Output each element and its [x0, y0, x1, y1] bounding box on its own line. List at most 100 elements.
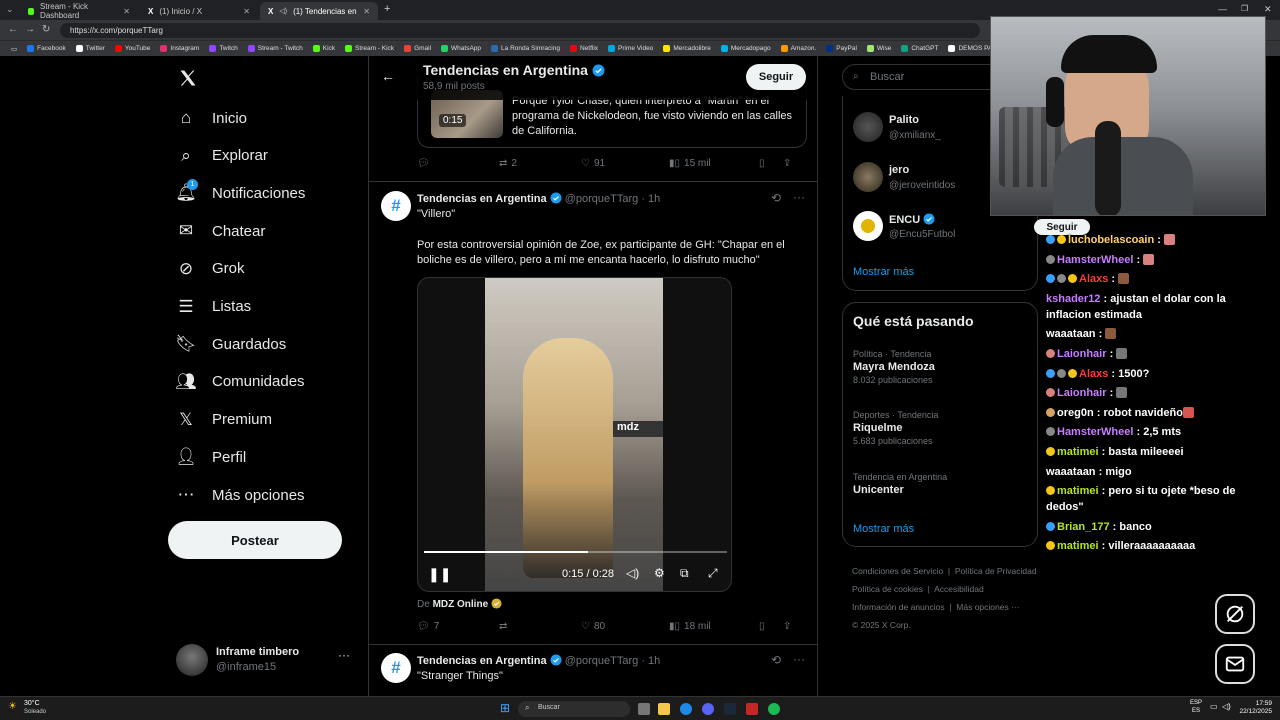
bookmark-item[interactable]: Wise [862, 45, 896, 52]
like-button[interactable]: ♡ 91 [581, 158, 669, 169]
footer-link[interactable]: Más opciones ··· [956, 602, 1019, 612]
nav-item-más-opciones[interactable]: ⋯ Más opciones [176, 485, 305, 505]
grok-float-button[interactable] [1215, 594, 1255, 634]
author-handle[interactable]: @porqueTTarg [565, 655, 639, 667]
footer-link[interactable]: Accesibilidad [934, 584, 984, 594]
author-name[interactable]: Tendencias en Argentina [417, 655, 547, 667]
forward-icon[interactable]: → [25, 24, 35, 35]
clock-time[interactable]: 17:59 [1240, 700, 1272, 707]
chat-username[interactable]: Laionhair [1057, 387, 1107, 399]
nav-item-grok[interactable]: ⊘ Grok [176, 259, 245, 279]
bookmark-item[interactable]: ChatGPT [896, 45, 943, 52]
new-tab-button[interactable]: + [384, 3, 390, 15]
tab-tendencias[interactable]: X ◁) (1) Tendencias en Argentina ( ✕ [260, 2, 378, 20]
more-icon[interactable]: ··· [793, 190, 805, 204]
bookmark-item[interactable]: Prime Video [603, 45, 658, 52]
app-icon[interactable] [746, 703, 758, 715]
nav-item-inicio[interactable]: ⌂ Inicio [176, 108, 247, 128]
close-window-icon[interactable]: ✕ [1264, 4, 1272, 15]
show-more-link[interactable]: Mostrar más [853, 266, 914, 278]
views-button[interactable]: ▮▯ 15 mil [669, 158, 759, 169]
bookmark-item[interactable]: Twitch [204, 45, 242, 52]
chat-username[interactable]: matimei [1057, 540, 1099, 552]
url-field[interactable]: https://x.com/porqueTTarg [60, 23, 980, 38]
minimize-icon[interactable]: — [1218, 4, 1227, 14]
follow-button[interactable]: Seguir [746, 64, 806, 90]
video-progress-track[interactable] [424, 551, 727, 553]
close-icon[interactable]: ✕ [243, 7, 250, 16]
pause-icon[interactable]: ❚❚ [428, 566, 451, 583]
avatar[interactable] [853, 162, 883, 192]
chat-username[interactable]: matimei [1057, 446, 1099, 458]
chat-username[interactable]: matimei [1057, 485, 1099, 497]
settings-icon[interactable]: ⚙ [654, 566, 665, 580]
bookmark-item[interactable]: Netflix [565, 45, 603, 52]
bookmark-button[interactable]: ▯ [759, 158, 783, 169]
account-switcher[interactable]: Inframe timbero @inframe15 ··· [176, 644, 356, 678]
share-button[interactable]: ⇪ [783, 621, 791, 632]
video-player[interactable]: mdz ❚❚ 0:15 / 0:28 ◁) ⚙ ⧉ ⤢ [417, 277, 732, 592]
fullscreen-icon[interactable]: ⤢ [708, 566, 718, 581]
author-avatar[interactable]: # [381, 191, 411, 221]
back-icon[interactable]: ← [8, 24, 18, 35]
views-button[interactable]: ▮▯ 18 mil [669, 621, 759, 632]
maximize-icon[interactable]: ❐ [1241, 4, 1248, 13]
messages-float-button[interactable] [1215, 644, 1255, 684]
bookmark-item[interactable]: Mercadopago [716, 45, 776, 52]
more-icon[interactable]: ··· [793, 652, 805, 666]
more-icon[interactable]: ··· [338, 648, 350, 662]
chat-username[interactable]: oreg0n [1057, 407, 1094, 419]
chat-username[interactable]: kshader12 [1046, 293, 1100, 305]
bookmark-item[interactable]: Instagram [155, 45, 204, 52]
reply-button[interactable]: 💬︎ [417, 158, 499, 169]
chat-username[interactable]: HamsterWheel [1057, 254, 1133, 266]
nav-item-notificaciones[interactable]: 🔔︎ 1 Notificaciones [175, 179, 305, 203]
chat-username[interactable]: Alaxs [1079, 368, 1108, 380]
nav-item-perfil[interactable]: 👤︎ Perfil [175, 447, 246, 467]
tab-kick-dashboard[interactable]: Stream - Kick Dashboard ✕ [20, 2, 138, 20]
bookmark-item[interactable]: PayPal [821, 45, 862, 52]
like-button[interactable]: ♡ 80 [581, 621, 669, 632]
close-icon[interactable]: ✕ [363, 7, 370, 16]
bookmark-item[interactable]: Stream - Kick [340, 45, 399, 52]
nav-item-listas[interactable]: ☰ Listas [176, 297, 251, 317]
tab-menu-icon[interactable]: ⌄ [6, 4, 14, 15]
trend-item[interactable]: Tendencia en Argentina Unicenter [853, 472, 947, 496]
bookmark-item[interactable]: WhatsApp [436, 45, 486, 52]
bookmark-apps-icon[interactable]: ▭ [6, 45, 22, 53]
nav-item-chatear[interactable]: ✉ Chatear [176, 221, 266, 241]
bookmark-item[interactable]: YouTube [110, 45, 156, 52]
chat-username[interactable]: waaataan [1046, 328, 1096, 340]
chat-username[interactable]: Alaxs [1079, 273, 1108, 285]
bookmark-item[interactable]: Gmail [399, 45, 436, 52]
repost-button[interactable]: ⇄ [499, 621, 581, 632]
task-view-icon[interactable] [638, 703, 650, 715]
nav-item-explorar[interactable]: ⌕ Explorar [176, 146, 268, 166]
avatar[interactable] [853, 112, 883, 142]
footer-link[interactable]: Política de cookies [852, 584, 923, 594]
reload-icon[interactable]: ↻ [42, 24, 50, 35]
footer-link[interactable]: Información de anuncios [852, 602, 945, 612]
footer-link[interactable]: Condiciones de Servicio [852, 566, 943, 576]
grok-icon[interactable]: ⟲ [771, 653, 781, 667]
steam-icon[interactable] [724, 703, 736, 715]
x-logo-icon[interactable] [178, 68, 198, 88]
show-more-link[interactable]: Mostrar más [853, 523, 914, 535]
bookmark-item[interactable]: Mercadolibre [658, 45, 716, 52]
chat-username[interactable]: Brian_177 [1057, 521, 1110, 533]
language-indicator[interactable]: ESP [1190, 700, 1202, 706]
bookmark-item[interactable]: Facebook [22, 45, 71, 52]
bookmark-button[interactable]: ▯ [759, 621, 783, 632]
nav-item-premium[interactable]: 𝕏 Premium [176, 410, 272, 430]
trend-item[interactable]: Deportes · Tendencia Riquelme 5.683 publ… [853, 410, 938, 446]
post-button[interactable]: Postear [168, 521, 342, 559]
reply-button[interactable]: 💬︎ 7 [417, 621, 499, 632]
trend-item[interactable]: Política · Tendencia Mayra Mendoza 8.032… [853, 349, 935, 385]
bookmark-item[interactable]: Stream - Twitch [243, 45, 308, 52]
bookmark-item[interactable]: La Ronda Simracing [486, 45, 565, 52]
follow-suggestion-name[interactable]: Palito [889, 114, 919, 126]
nav-item-comunidades[interactable]: 👥︎ Comunidades [175, 372, 304, 392]
bookmark-item[interactable]: Twitter [71, 45, 110, 52]
follow-suggestion-name[interactable]: jero [889, 164, 909, 176]
author-handle[interactable]: @porqueTTarg [565, 193, 639, 205]
